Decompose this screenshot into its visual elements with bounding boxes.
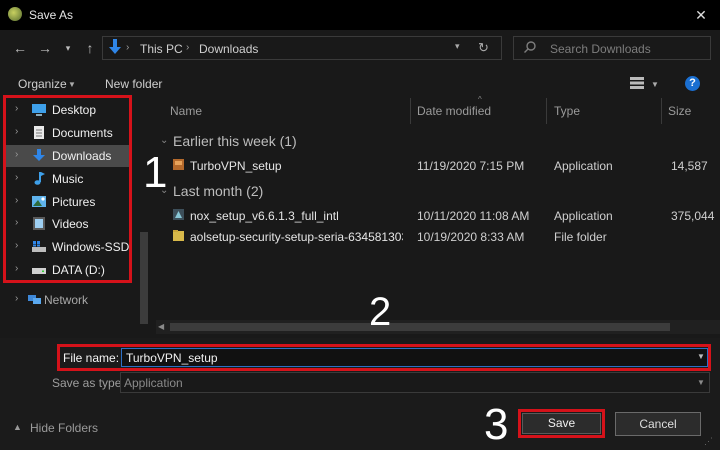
file-type: File folder	[554, 230, 607, 244]
sidebar-scrollbar[interactable]	[140, 232, 148, 324]
back-arrow-icon[interactable]: ←	[12, 38, 28, 58]
network-icon	[28, 295, 41, 304]
column-divider[interactable]	[410, 98, 411, 124]
app-icon	[8, 7, 22, 21]
step-number-3: 3	[484, 400, 509, 449]
breadcrumb-downloads[interactable]: Downloads	[199, 42, 258, 56]
group-header-last-month[interactable]: Last month (2)	[173, 183, 263, 199]
sidebar-item-label: Network	[44, 293, 89, 307]
file-date: 10/19/2020 8:33 AM	[417, 230, 525, 244]
save-as-type-label: Save as type:	[52, 376, 125, 390]
chevron-up-icon[interactable]: ▲	[13, 422, 22, 432]
file-type: Application	[554, 159, 613, 173]
new-folder-button[interactable]: New folder	[105, 77, 162, 91]
column-divider[interactable]	[546, 98, 547, 124]
file-type: Application	[554, 209, 613, 223]
folder-icon	[173, 230, 184, 241]
expand-chevron-icon[interactable]: ›	[15, 293, 18, 304]
close-button[interactable]: ✕	[690, 4, 712, 26]
breadcrumb-separator-icon: ›	[186, 42, 190, 53]
refresh-icon[interactable]: ↻	[478, 40, 489, 56]
downloads-arrow-icon	[109, 39, 121, 54]
resize-grip-icon[interactable]: ⋰	[704, 436, 716, 448]
application-icon	[173, 209, 184, 220]
organize-button[interactable]: Organize	[18, 77, 67, 91]
group-collapse-chevron-icon[interactable]: ⌄	[160, 185, 168, 196]
file-date: 11/19/2020 7:15 PM	[417, 159, 525, 173]
title-bar	[0, 0, 720, 30]
search-placeholder: Search Downloads	[550, 42, 651, 56]
up-arrow-icon[interactable]: ↑	[82, 38, 98, 58]
view-options-icon[interactable]	[630, 77, 644, 89]
scroll-left-icon[interactable]: ◀	[158, 322, 164, 331]
forward-arrow-icon[interactable]: →	[37, 38, 53, 58]
search-icon	[524, 41, 536, 53]
file-name: TurboVPN_setup	[190, 159, 282, 173]
column-header-name[interactable]: Name	[170, 104, 202, 118]
save-as-type-dropdown-icon[interactable]: ▼	[697, 378, 705, 387]
sidebar-highlight-box	[3, 95, 132, 283]
column-divider[interactable]	[661, 98, 662, 124]
file-name-highlight-box	[57, 344, 711, 371]
cancel-button[interactable]: Cancel	[615, 412, 701, 436]
save-as-type-value: Application	[124, 376, 183, 390]
window-title: Save As	[29, 8, 74, 22]
save-highlight-box	[518, 409, 605, 438]
step-number-2: 2	[369, 290, 392, 334]
view-chevron-icon[interactable]: ▼	[651, 80, 659, 89]
file-name: nox_setup_v6.6.1.3_full_intl	[190, 209, 339, 223]
file-name: aolsetup-security-setup-seria-634581303.…	[190, 230, 403, 244]
column-header-date[interactable]: Date modified	[417, 104, 491, 118]
recent-locations-chevron-icon[interactable]: ▾	[62, 38, 74, 58]
organize-chevron-icon[interactable]: ▼	[68, 80, 76, 89]
hide-folders-button[interactable]: Hide Folders	[30, 421, 98, 435]
file-size: 375,044	[671, 209, 715, 223]
breadcrumb-separator-icon: ›	[126, 42, 130, 53]
save-as-type-select[interactable]	[120, 372, 710, 393]
file-date: 10/11/2020 11:08 AM	[417, 209, 530, 223]
application-icon	[173, 159, 184, 170]
file-size: 14,587	[671, 159, 708, 173]
column-header-size[interactable]: Size	[668, 104, 691, 118]
group-collapse-chevron-icon[interactable]: ⌄	[160, 135, 168, 146]
breadcrumb-this-pc[interactable]: This PC	[140, 42, 183, 56]
column-header-type[interactable]: Type	[554, 104, 580, 118]
group-header-earlier-this-week[interactable]: Earlier this week (1)	[173, 133, 297, 149]
horizontal-scroll-thumb[interactable]	[170, 323, 670, 331]
sidebar-item-network[interactable]: › Network	[4, 289, 130, 311]
sort-chevron-icon: ^	[478, 95, 482, 104]
address-dropdown-icon[interactable]: ▾	[455, 41, 460, 52]
help-icon[interactable]: ?	[685, 76, 700, 91]
